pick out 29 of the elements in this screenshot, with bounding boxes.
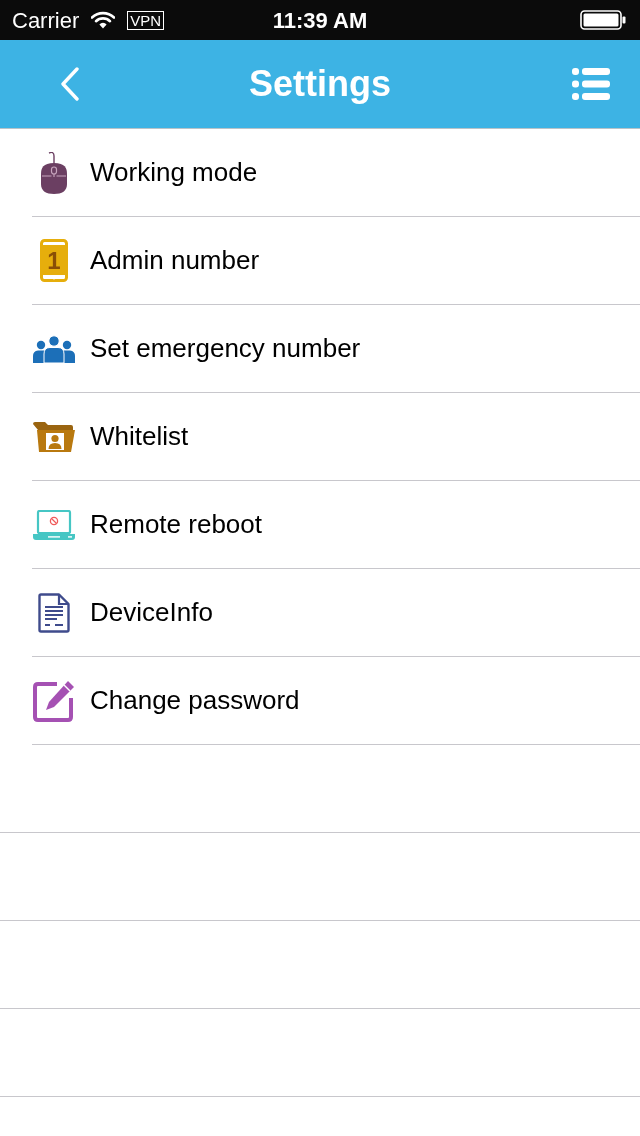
row-label: Change password <box>90 684 300 717</box>
battery-icon <box>580 10 626 30</box>
row-label: DeviceInfo <box>90 596 213 629</box>
settings-row[interactable]: Change password <box>32 657 640 745</box>
row-label: Admin number <box>90 244 260 277</box>
settings-row[interactable]: 1 Admin number <box>32 217 640 305</box>
people-icon <box>33 334 75 363</box>
settings-row[interactable]: Whitelist <box>32 393 640 481</box>
settings-row[interactable]: Working mode <box>32 129 640 217</box>
vpn-indicator: VPN <box>127 10 165 30</box>
mouse-icon <box>41 151 67 194</box>
phone-icon: 1 <box>40 239 68 282</box>
laptop-icon <box>33 509 75 540</box>
back-icon[interactable] <box>60 67 80 101</box>
settings-row[interactable]: Set emergency number <box>32 305 640 393</box>
document-icon <box>38 592 70 633</box>
settings-row[interactable]: DeviceInfo <box>32 569 640 657</box>
row-label: Whitelist <box>90 420 189 453</box>
row-label: Remote reboot <box>90 508 262 541</box>
page-title: Settings <box>249 62 391 106</box>
edit-icon <box>33 679 75 722</box>
menu-icon[interactable] <box>572 68 610 100</box>
carrier-name: Carrier <box>12 6 80 35</box>
settings-row[interactable]: Remote reboot <box>32 481 640 569</box>
status-time: 11:39 AM <box>272 6 368 35</box>
wifi-icon <box>91 11 116 29</box>
row-label: Set emergency number <box>90 332 361 365</box>
row-label: Working mode <box>90 156 258 189</box>
folder-icon <box>33 421 75 452</box>
